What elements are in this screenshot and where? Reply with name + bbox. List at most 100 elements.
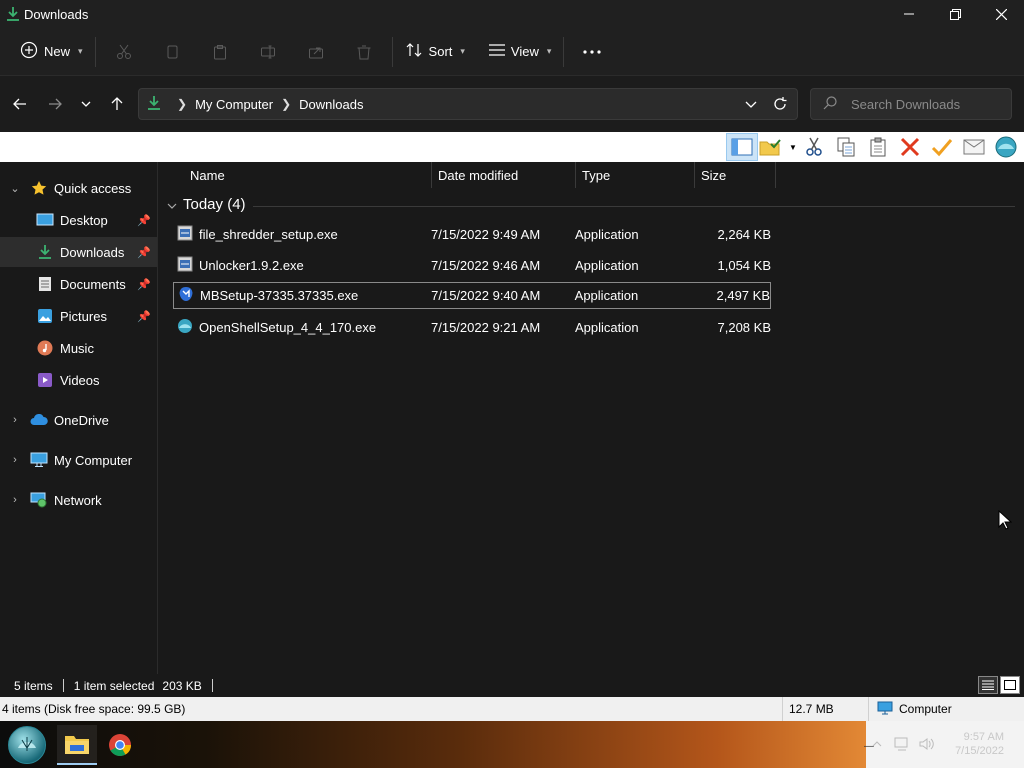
new-button[interactable]: New ▾: [12, 36, 91, 68]
file-size: 2,497 KB: [716, 288, 771, 303]
back-button[interactable]: [5, 89, 35, 119]
recent-locations-button[interactable]: [75, 89, 97, 119]
sidebar-item-videos[interactable]: Videos: [0, 365, 157, 395]
chevron-up-icon[interactable]: [868, 735, 886, 753]
search-box[interactable]: Search Downloads: [810, 88, 1012, 120]
sidebar-item-label: Desktop: [60, 212, 108, 228]
sidebar-item-pictures[interactable]: Pictures 📌: [0, 301, 157, 331]
shell-logo-icon: [18, 737, 36, 751]
delete-button[interactable]: [340, 36, 388, 68]
column-date-modified[interactable]: Date modified: [432, 162, 576, 188]
sidebar-item-music[interactable]: Music: [0, 333, 157, 363]
view-button[interactable]: View ▾: [481, 36, 559, 68]
chevron-right-icon[interactable]: ›: [8, 494, 22, 506]
column-size[interactable]: Size: [695, 162, 776, 188]
cut-button[interactable]: [798, 133, 830, 161]
folder-options-button[interactable]: ▼: [758, 133, 798, 161]
sidebar-item-quick-access[interactable]: ⌄ Quick access: [0, 173, 157, 203]
column-type[interactable]: Type: [576, 162, 695, 188]
table-row[interactable]: file_shredder_setup.exe 7/15/2022 9:49 A…: [173, 221, 771, 248]
pin-icon[interactable]: 📌: [137, 310, 151, 323]
plus-circle-icon: [20, 41, 38, 62]
sidebar-item-documents[interactable]: Documents 📌: [0, 269, 157, 299]
title-bar: Downloads: [0, 0, 1024, 28]
chevron-down-icon[interactable]: ⌄: [8, 182, 22, 195]
sidebar-item-downloads[interactable]: Downloads 📌: [0, 237, 157, 267]
pin-icon[interactable]: 📌: [137, 278, 151, 291]
sidebar-item-my-computer[interactable]: › My Computer: [0, 445, 157, 475]
tiles-view-icon: [1004, 680, 1016, 690]
group-label: Today (4): [183, 196, 246, 213]
chevron-down-icon: ▼: [789, 142, 797, 152]
table-row[interactable]: Unlocker1.9.2.exe 7/15/2022 9:46 AM Appl…: [173, 252, 771, 279]
table-row-selected[interactable]: MBSetup-37335.37335.exe 7/15/2022 9:40 A…: [173, 282, 771, 309]
minimize-button[interactable]: [886, 0, 932, 28]
sort-button[interactable]: Sort ▾: [397, 36, 473, 68]
group-header-today[interactable]: Today (4): [167, 196, 246, 213]
search-placeholder: Search Downloads: [851, 96, 961, 112]
taskbar: — 9:57 AM 7/15/2022: [0, 721, 1024, 768]
chevron-right-icon[interactable]: ›: [8, 454, 22, 466]
sidebar-item-label: Quick access: [54, 180, 132, 196]
clock-time: 9:57 AM: [963, 731, 1004, 743]
share-button[interactable]: [292, 36, 340, 68]
more-options-button[interactable]: [568, 36, 616, 68]
sidebar-item-onedrive[interactable]: › OneDrive: [0, 405, 157, 435]
navigation-pane: ⌄ Quick access Desktop 📌 Downloads 📌 Doc…: [0, 162, 158, 674]
window-title: Downloads: [24, 6, 89, 22]
network-status-icon[interactable]: [893, 735, 911, 753]
view-list-icon: [488, 44, 505, 59]
file-date: 7/15/2022 9:49 AM: [431, 227, 541, 242]
refresh-button[interactable]: [773, 96, 787, 115]
details-view-button[interactable]: [978, 676, 998, 694]
navigation-pane-button[interactable]: [726, 133, 758, 161]
delete-button[interactable]: [894, 133, 926, 161]
restore-button[interactable]: [932, 0, 978, 28]
sidebar-item-label: Videos: [60, 372, 100, 388]
address-history-button[interactable]: [745, 96, 757, 115]
sidebar-item-desktop[interactable]: Desktop 📌: [0, 205, 157, 235]
up-button[interactable]: [102, 89, 132, 119]
document-icon: [36, 275, 54, 293]
address-bar[interactable]: ❯ My Computer ❯ Downloads: [138, 88, 798, 120]
file-size: 7,208 KB: [717, 320, 772, 335]
navigation-bar: ❯ My Computer ❯ Downloads Search Downloa…: [0, 76, 1024, 132]
taskbar-file-explorer[interactable]: [57, 725, 97, 765]
download-icon: [147, 95, 161, 114]
copy-button[interactable]: [148, 36, 196, 68]
sidebar-item-network[interactable]: › Network: [0, 485, 157, 515]
clock[interactable]: 9:57 AM 7/15/2022: [955, 730, 1004, 758]
breadcrumb-downloads[interactable]: Downloads: [299, 97, 363, 112]
taskbar-chrome[interactable]: [100, 725, 140, 765]
open-shell-settings-button[interactable]: [990, 133, 1022, 161]
start-button[interactable]: [8, 726, 46, 764]
clock-date: 7/15/2022: [955, 745, 1004, 757]
file-size: 2,264 KB: [717, 227, 772, 242]
malwarebytes-icon: [178, 286, 194, 305]
mouse-cursor: [998, 509, 1013, 533]
column-name[interactable]: Name: [159, 162, 432, 188]
breadcrumb-my-computer[interactable]: My Computer: [195, 97, 273, 112]
chevron-right-icon[interactable]: ›: [8, 414, 22, 426]
pin-icon[interactable]: 📌: [137, 214, 151, 227]
file-name: file_shredder_setup.exe: [199, 227, 338, 242]
rename-button[interactable]: [244, 36, 292, 68]
large-icons-view-button[interactable]: [1000, 676, 1020, 694]
properties-button[interactable]: [926, 133, 958, 161]
forward-button[interactable]: [40, 89, 70, 119]
sidebar-item-label: OneDrive: [54, 412, 109, 428]
file-type: Application: [574, 288, 639, 303]
table-row[interactable]: OpenShellSetup_4_4_170.exe 7/15/2022 9:2…: [173, 314, 771, 341]
clipboard-icon: [213, 44, 226, 59]
volume-icon[interactable]: [918, 735, 936, 753]
copy-button[interactable]: [830, 133, 862, 161]
cut-button[interactable]: [100, 36, 148, 68]
paste-button[interactable]: [862, 133, 894, 161]
exe-file-icon: [177, 256, 193, 275]
pin-icon[interactable]: 📌: [137, 246, 151, 259]
close-button[interactable]: [978, 0, 1024, 28]
selection-count: 1 item selected: [73, 678, 155, 693]
file-size: 1,054 KB: [717, 258, 772, 273]
paste-button[interactable]: [196, 36, 244, 68]
email-button[interactable]: [958, 133, 990, 161]
